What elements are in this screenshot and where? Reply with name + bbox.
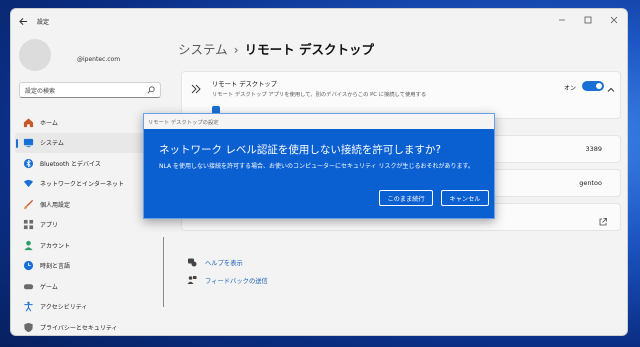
remote-desktop-card: リモート デスクトップ リモート デスクトップ アプリを使用して、別のデバイスか… bbox=[181, 71, 621, 119]
remote-desktop-description: リモート デスクトップ アプリを使用して、別のデバイスからこの PC に接続して… bbox=[212, 92, 427, 98]
feedback-link-label[interactable]: フィードバックの送信 bbox=[205, 276, 268, 285]
sidebar-item-privacy[interactable]: プライバシーとセキュリティ bbox=[15, 317, 165, 335]
help-links: ヘルプを表示 フィードバックの送信 bbox=[187, 253, 268, 289]
help-icon bbox=[187, 257, 197, 267]
chevron-up-icon[interactable] bbox=[606, 80, 616, 92]
remote-desktop-title: リモート デスクトップ bbox=[212, 81, 277, 88]
feedback-icon bbox=[187, 275, 197, 285]
port-value: 3389 bbox=[585, 145, 602, 153]
help-link-label[interactable]: ヘルプを表示 bbox=[205, 258, 243, 267]
sidebar-item-label: アプリ bbox=[40, 222, 59, 230]
dialog-heading: ネットワーク レベル認証を使用しない接続を許可しますか? bbox=[159, 144, 441, 156]
shield-icon bbox=[23, 322, 34, 333]
sidebar-item-label: Bluetooth とデバイス bbox=[40, 160, 101, 168]
user-profile: @ipentec.com bbox=[19, 39, 159, 73]
feedback-link[interactable]: フィードバックの送信 bbox=[187, 271, 268, 289]
pc-name-value: gentoo bbox=[579, 179, 602, 187]
system-icon bbox=[23, 137, 34, 148]
breadcrumb: システム › リモート デスクトップ bbox=[178, 39, 374, 58]
cancel-button[interactable]: キャンセル bbox=[441, 190, 489, 206]
nla-confirm-dialog: リモート デスクトップの設定 ネットワーク レベル認証を使用しない接続を許可しま… bbox=[143, 113, 495, 219]
sidebar-item-label: アクセシビリティ bbox=[40, 304, 88, 312]
personalization-icon bbox=[23, 199, 34, 210]
minimize-icon bbox=[559, 19, 565, 21]
search-box[interactable]: 設定の検索 bbox=[19, 82, 161, 98]
apps-icon bbox=[23, 219, 34, 230]
sidebar-item-label: 個人用設定 bbox=[40, 201, 71, 209]
sidebar-item-label: プライバシーとセキュリティ bbox=[40, 324, 118, 332]
title-bar: 設定 bbox=[11, 9, 627, 33]
sidebar-item-label: 時刻と言語 bbox=[40, 263, 71, 271]
sidebar-item-label: ネットワークとインターネット bbox=[40, 181, 125, 189]
help-link[interactable]: ヘルプを表示 bbox=[187, 253, 268, 271]
sidebar-scrollbar[interactable] bbox=[163, 237, 164, 307]
search-icon bbox=[147, 86, 155, 94]
breadcrumb-parent[interactable]: システム bbox=[178, 42, 228, 57]
close-icon bbox=[610, 16, 618, 24]
toggle-knob bbox=[596, 83, 602, 89]
app-title: 設定 bbox=[37, 18, 50, 26]
back-arrow-icon bbox=[18, 17, 27, 25]
accessibility-icon bbox=[23, 301, 34, 312]
dialog-caption: リモート デスクトップの設定 bbox=[148, 119, 219, 126]
sidebar-item-gaming[interactable]: ゲーム bbox=[15, 276, 165, 297]
sidebar-item-label: アカウント bbox=[40, 242, 71, 250]
bluetooth-icon bbox=[23, 158, 34, 169]
gaming-icon bbox=[23, 281, 34, 292]
maximize-button[interactable] bbox=[575, 9, 601, 31]
account-icon bbox=[23, 240, 34, 251]
remote-desktop-toggle[interactable] bbox=[582, 81, 604, 91]
toggle-state-label: オン bbox=[563, 85, 576, 92]
close-button[interactable] bbox=[601, 9, 627, 31]
maximize-icon bbox=[584, 16, 592, 24]
back-button[interactable] bbox=[11, 9, 35, 33]
remote-desktop-icon bbox=[190, 80, 202, 94]
page-title: リモート デスクトップ bbox=[244, 42, 374, 57]
sidebar-item-accounts[interactable]: アカウント bbox=[15, 235, 165, 256]
sidebar-item-time-language[interactable]: 時刻と言語 bbox=[15, 256, 165, 277]
dialog-body: NLA を使用しない接続を許可する場合、お使いのコンピューターにセキュリティ リ… bbox=[159, 163, 474, 170]
external-link-icon[interactable] bbox=[598, 212, 608, 226]
user-email: @ipentec.com bbox=[77, 56, 121, 63]
sidebar-item-label: ゲーム bbox=[40, 283, 58, 291]
search-input[interactable]: 設定の検索 bbox=[25, 86, 147, 95]
home-icon bbox=[23, 117, 34, 128]
sidebar-item-label: ホーム bbox=[40, 119, 58, 127]
continue-button[interactable]: このまま続行 bbox=[379, 190, 433, 206]
avatar bbox=[19, 39, 51, 71]
time-language-icon bbox=[23, 260, 34, 271]
sidebar-item-accessibility[interactable]: アクセシビリティ bbox=[15, 297, 165, 318]
breadcrumb-separator: › bbox=[233, 42, 239, 57]
sidebar-item-label: システム bbox=[40, 140, 64, 148]
network-icon bbox=[23, 178, 34, 189]
dialog-title-bar: リモート デスクトップの設定 bbox=[144, 114, 494, 129]
window-controls bbox=[549, 9, 627, 31]
minimize-button[interactable] bbox=[549, 9, 575, 31]
